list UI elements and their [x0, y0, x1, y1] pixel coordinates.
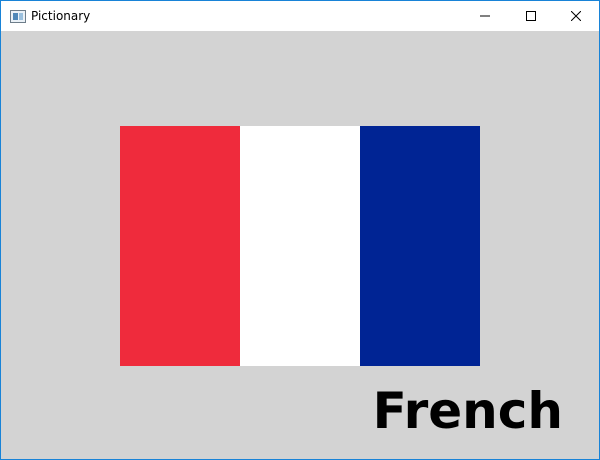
- app-window-icon[interactable]: [10, 10, 26, 23]
- app-window: Pictionary French: [0, 0, 600, 460]
- flag-stripe-blue: [360, 126, 480, 366]
- flag-stripe-white: [240, 126, 360, 366]
- answer-label: French: [372, 382, 563, 440]
- minimize-icon: [480, 15, 490, 17]
- title-bar[interactable]: Pictionary: [1, 1, 599, 31]
- maximize-button[interactable]: [508, 1, 554, 31]
- window-title: Pictionary: [31, 9, 91, 23]
- minimize-button[interactable]: [462, 1, 508, 31]
- close-icon: [571, 11, 581, 21]
- client-area: French: [1, 31, 599, 459]
- flag-stripe-red: [120, 126, 240, 366]
- maximize-icon: [526, 11, 536, 21]
- flag-image: [120, 126, 480, 366]
- close-button[interactable]: [553, 1, 599, 31]
